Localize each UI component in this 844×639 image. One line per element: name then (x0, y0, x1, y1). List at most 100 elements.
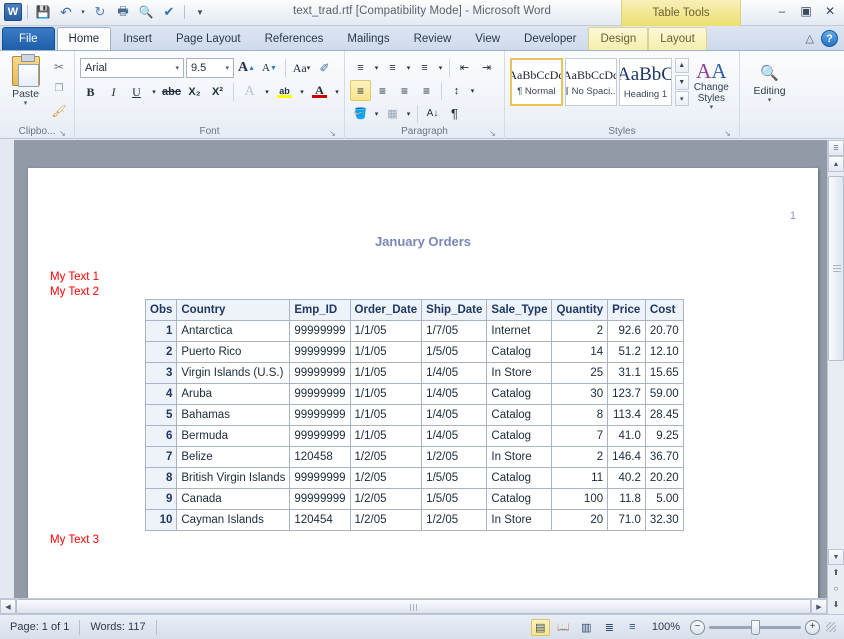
sort-icon[interactable]: A↓ (422, 103, 443, 124)
multilevel-list-icon[interactable]: ≡ (414, 57, 435, 78)
text-effects-dropdown-icon[interactable]: ▾ (262, 82, 272, 103)
clear-formatting-icon[interactable]: ✐ (314, 58, 335, 79)
style-normal[interactable]: AaBbCcDd ¶ Normal (510, 58, 563, 106)
scroll-left-button[interactable]: ◀ (0, 599, 16, 614)
table-row[interactable]: 9 Canada 99999999 1/2/05 1/5/05 Catalog … (146, 489, 684, 510)
highlight-dropdown-icon[interactable]: ▾ (297, 82, 307, 103)
grow-font-icon[interactable]: A▲ (236, 58, 257, 79)
zoom-in-button[interactable]: + (805, 620, 820, 635)
vertical-scrollbar[interactable]: ☰ ▲ ▼ ⬆ ○ ⬇ (827, 140, 844, 614)
minimize-ribbon-icon[interactable]: △ (806, 32, 814, 45)
document-page[interactable]: 1 January Orders My Text 1 My Text 2 My … (28, 168, 818, 614)
styles-scroll-up-icon[interactable]: ▲ (675, 58, 689, 73)
paste-button[interactable]: Paste ▾ (5, 54, 46, 107)
previous-page-button[interactable]: ⬆ (828, 565, 844, 580)
show-formatting-marks-icon[interactable]: ¶ (444, 103, 465, 124)
align-center-button[interactable]: ≡ (372, 80, 393, 101)
borders-icon[interactable]: ▦ (382, 103, 403, 124)
outline-view-button[interactable]: ≣ (600, 619, 619, 636)
numbering-icon[interactable]: ≡ (382, 57, 403, 78)
tab-layout[interactable]: Layout (648, 27, 707, 50)
shading-dropdown-icon[interactable]: ▾ (372, 103, 381, 124)
underline-button[interactable]: U (126, 82, 147, 103)
font-name-caret-icon[interactable]: ▾ (173, 64, 181, 72)
multilevel-dropdown-icon[interactable]: ▾ (436, 57, 445, 78)
change-styles-button[interactable]: AA Change Styles ▾ (689, 58, 734, 111)
styles-scroll-down-icon[interactable]: ▼ (675, 75, 689, 90)
tab-page-layout[interactable]: Page Layout (164, 27, 253, 50)
table-row[interactable]: 3 Virgin Islands (U.S.) 99999999 1/1/05 … (146, 363, 684, 384)
tab-developer[interactable]: Developer (512, 27, 588, 50)
vertical-scroll-track[interactable] (828, 172, 844, 549)
clipboard-dialog-launcher[interactable]: ↘ (58, 129, 67, 138)
style-heading-1[interactable]: AaBbC Heading 1 (619, 58, 671, 106)
table-row[interactable]: 6 Bermuda 99999999 1/1/05 1/4/05 Catalog… (146, 426, 684, 447)
resize-grip[interactable] (826, 622, 836, 632)
decrease-indent-icon[interactable]: ⇤ (454, 57, 475, 78)
table-row[interactable]: 1 Antarctica 99999999 1/1/05 1/7/05 Inte… (146, 321, 684, 342)
font-color-icon[interactable]: A (309, 82, 330, 103)
tab-home[interactable]: Home (57, 27, 112, 50)
horizontal-scrollbar[interactable]: ◀ ▶ (0, 598, 827, 614)
zoom-slider[interactable] (709, 626, 801, 629)
scroll-down-button[interactable]: ▼ (828, 549, 844, 565)
table-row[interactable]: 5 Bahamas 99999999 1/1/05 1/4/05 Catalog… (146, 405, 684, 426)
styles-dialog-launcher[interactable]: ↘ (723, 129, 732, 138)
zoom-out-button[interactable]: − (690, 620, 705, 635)
cut-icon[interactable]: ✂ (49, 57, 69, 76)
font-size-caret-icon[interactable]: ▾ (223, 64, 231, 72)
line-spacing-dropdown-icon[interactable]: ▾ (468, 80, 477, 101)
word-count-status[interactable]: Words: 117 (80, 615, 155, 639)
table-row[interactable]: 2 Puerto Rico 99999999 1/1/05 1/5/05 Cat… (146, 342, 684, 363)
font-size-combo[interactable]: 9.5 ▾ (186, 58, 234, 78)
paragraph-dialog-launcher[interactable]: ↘ (488, 129, 497, 138)
table-row[interactable]: 4 Aruba 99999999 1/1/05 1/4/05 Catalog 3… (146, 384, 684, 405)
select-browse-object-button[interactable]: ○ (828, 581, 844, 596)
help-icon[interactable]: ? (821, 30, 838, 47)
styles-more-icon[interactable]: ▾ (675, 91, 689, 106)
tab-insert[interactable]: Insert (111, 27, 164, 50)
paste-dropdown-icon[interactable]: ▾ (24, 100, 28, 107)
tab-references[interactable]: References (253, 27, 336, 50)
next-page-button[interactable]: ⬇ (828, 597, 844, 612)
vertical-scroll-thumb[interactable] (828, 176, 844, 361)
strikethrough-button[interactable]: abc (161, 82, 182, 103)
table-row[interactable]: 8 British Virgin Islands 99999999 1/2/05… (146, 468, 684, 489)
shrink-font-icon[interactable]: A▼ (259, 58, 280, 79)
full-screen-reading-view-button[interactable]: 📖 (554, 619, 573, 636)
underline-dropdown-icon[interactable]: ▾ (149, 82, 159, 103)
print-layout-view-button[interactable]: ▤ (531, 619, 550, 636)
bullets-icon[interactable]: ≡ (350, 57, 371, 78)
borders-dropdown-icon[interactable]: ▾ (404, 103, 413, 124)
bullets-dropdown-icon[interactable]: ▾ (372, 57, 381, 78)
tab-review[interactable]: Review (402, 27, 464, 50)
zoom-slider-thumb[interactable] (751, 620, 760, 635)
close-button[interactable]: ✕ (822, 4, 838, 18)
italic-button[interactable]: I (103, 82, 124, 103)
style-no-spacing[interactable]: AaBbCcDd ¶ No Spaci... (565, 58, 617, 106)
font-dialog-launcher[interactable]: ↘ (328, 129, 337, 138)
horizontal-scroll-track[interactable] (16, 599, 811, 614)
format-painter-icon[interactable]: 🖌 (49, 101, 69, 120)
justify-button[interactable]: ≡ (416, 80, 437, 101)
horizontal-scroll-thumb[interactable] (16, 599, 811, 614)
tab-view[interactable]: View (463, 27, 512, 50)
subscript-button[interactable]: X₂ (184, 82, 205, 103)
align-left-button[interactable]: ≡ (350, 80, 371, 101)
split-window-icon[interactable]: ☰ (828, 140, 844, 156)
shading-icon[interactable]: 🪣 (350, 103, 371, 124)
table-row[interactable]: 7 Belize 120458 1/2/05 1/2/05 In Store 2… (146, 447, 684, 468)
scroll-right-button[interactable]: ▶ (811, 599, 827, 614)
align-right-button[interactable]: ≡ (394, 80, 415, 101)
bold-button[interactable]: B (80, 82, 101, 103)
text-effects-icon[interactable]: A (239, 82, 260, 103)
editing-button[interactable]: 🔍 Editing ▾ (747, 60, 793, 104)
superscript-button[interactable]: X² (207, 82, 228, 103)
draft-view-button[interactable]: ≡ (623, 619, 642, 636)
tab-design[interactable]: Design (588, 27, 648, 50)
text-highlight-color-icon[interactable]: ab (274, 82, 295, 103)
scroll-up-button[interactable]: ▲ (828, 156, 844, 172)
page-status[interactable]: Page: 1 of 1 (0, 615, 79, 639)
numbering-dropdown-icon[interactable]: ▾ (404, 57, 413, 78)
font-name-combo[interactable]: Arial ▾ (80, 58, 184, 78)
